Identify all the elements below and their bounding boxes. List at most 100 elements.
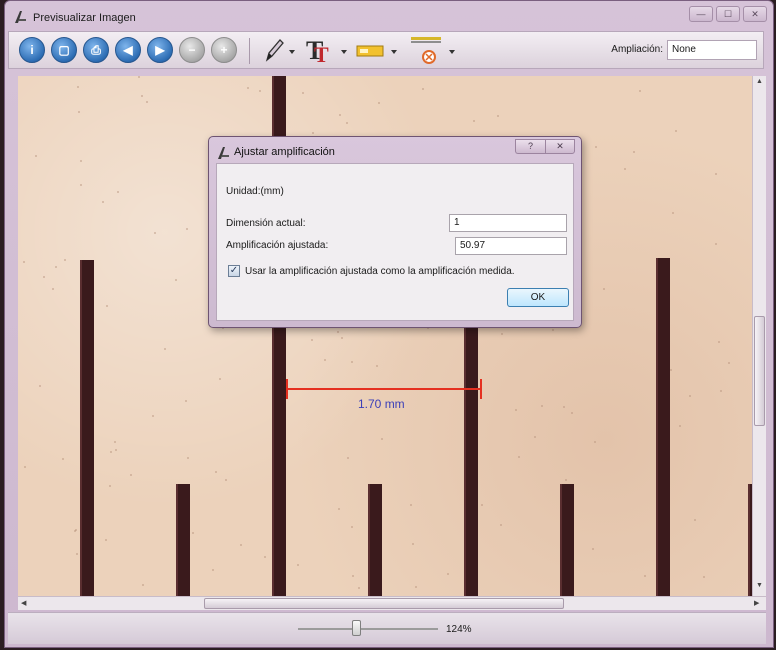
paper-speck <box>346 122 348 124</box>
paper-speck <box>624 168 626 170</box>
paper-speck <box>715 173 717 175</box>
adjusted-magnification-input[interactable]: 50.97 <box>455 237 567 255</box>
paper-speck <box>497 115 499 117</box>
paper-speck <box>225 479 227 481</box>
new-document-button[interactable]: ▢ <box>51 37 77 63</box>
use-magnification-checkbox[interactable]: ✓ <box>228 265 240 277</box>
use-magnification-label: Usar la amplificación ajustada como la a… <box>245 266 515 277</box>
paper-speck <box>164 348 166 350</box>
paper-speck <box>592 548 594 550</box>
paper-speck <box>565 479 567 481</box>
paper-speck <box>24 466 26 468</box>
ruler-tick <box>80 260 94 596</box>
measure-tool-button[interactable] <box>409 35 455 65</box>
paper-speck <box>175 279 177 281</box>
paper-speck <box>694 519 696 521</box>
current-dimension-input[interactable]: 1 <box>449 214 567 232</box>
scroll-down-icon[interactable]: ▼ <box>756 582 763 589</box>
vertical-scrollbar[interactable]: ▲ ▼ <box>752 76 766 596</box>
adjust-magnification-dialog: Ajustar amplificación ? ✕ Unidad:(mm) Di… <box>208 136 582 328</box>
dialog-close-button[interactable]: ✕ <box>545 139 575 154</box>
info-button[interactable]: i <box>19 37 45 63</box>
dialog-help-button[interactable]: ? <box>515 139 545 154</box>
paper-speck <box>518 456 520 458</box>
paper-speck <box>62 458 64 460</box>
scroll-right-icon[interactable]: ▶ <box>754 599 759 607</box>
ok-button[interactable]: OK <box>507 288 569 307</box>
paper-speck <box>259 90 261 92</box>
paper-speck <box>105 539 107 541</box>
zoom-label: Ampliación: <box>611 44 663 55</box>
adjusted-magnification-label: Amplificación ajustada: <box>226 240 329 251</box>
ruler-tick <box>656 258 670 596</box>
new-doc-icon: ▢ <box>58 43 70 57</box>
measurement-start-cap[interactable] <box>286 379 288 399</box>
paper-speck <box>80 184 82 186</box>
paper-speck <box>594 441 596 443</box>
paper-speck <box>481 504 483 506</box>
paper-speck <box>351 526 353 528</box>
paper-speck <box>117 191 119 193</box>
paper-speck <box>186 228 188 230</box>
scroll-left-icon[interactable]: ◀ <box>21 599 26 607</box>
paper-speck <box>378 102 380 104</box>
zoom-percent: 124% <box>446 624 472 635</box>
paper-speck <box>75 529 77 531</box>
app-logo-icon <box>15 11 26 23</box>
zoom-slider-track[interactable] <box>298 628 438 630</box>
measurement-line[interactable] <box>287 388 481 390</box>
paper-speck <box>603 288 605 290</box>
zoom-in-icon: + <box>220 43 228 57</box>
paper-speck <box>247 87 249 89</box>
close-button[interactable]: ✕ <box>743 6 767 22</box>
paper-speck <box>240 544 242 546</box>
horizontal-scrollbar[interactable]: ◀ ▶ <box>18 596 766 610</box>
vertical-scroll-thumb[interactable] <box>754 316 765 426</box>
scroll-up-icon[interactable]: ▲ <box>756 78 763 85</box>
paper-speck <box>338 508 340 510</box>
fill-dropdown-icon <box>391 50 397 54</box>
text-tool-button[interactable]: T T <box>305 35 349 65</box>
paper-speck <box>55 266 57 268</box>
paper-speck <box>130 474 132 476</box>
paper-speck <box>264 556 266 558</box>
zoom-in-button[interactable]: + <box>211 37 237 63</box>
paper-speck <box>219 378 221 380</box>
text-tool-icon: T T <box>306 36 329 65</box>
pencil-tool-button[interactable] <box>263 35 297 65</box>
zoom-slider-thumb[interactable] <box>351 620 361 636</box>
paper-speck <box>43 276 45 278</box>
toolbar: i ▢ ⎙ ◀ ▶ − + T T Ampliación: None <box>8 31 764 69</box>
next-icon: ▶ <box>155 43 165 57</box>
paper-speck <box>110 451 112 453</box>
print-button[interactable]: ⎙ <box>83 37 109 63</box>
fill-tool-button[interactable] <box>355 35 399 65</box>
minimize-button[interactable]: — <box>689 6 713 22</box>
paper-speck <box>39 385 41 387</box>
paper-speck <box>728 362 730 364</box>
paper-speck <box>679 425 681 427</box>
paper-speck <box>78 111 80 113</box>
paper-speck <box>415 586 417 588</box>
paper-speck <box>77 86 79 88</box>
paper-speck <box>715 243 717 245</box>
paper-speck <box>571 412 573 414</box>
paper-speck <box>64 259 66 261</box>
measure-tool-icon <box>411 37 441 64</box>
maximize-button[interactable]: ☐ <box>716 6 740 22</box>
zoom-field[interactable]: None <box>667 40 757 60</box>
paper-speck <box>23 261 25 263</box>
zoom-out-button[interactable]: − <box>179 37 205 63</box>
measure-dropdown-icon <box>449 50 455 54</box>
horizontal-scroll-thumb[interactable] <box>204 598 564 609</box>
paper-speck <box>337 331 339 333</box>
paper-speck <box>324 359 326 361</box>
paper-speck <box>312 132 314 134</box>
paper-speck <box>187 457 189 459</box>
previous-button[interactable]: ◀ <box>115 37 141 63</box>
next-button[interactable]: ▶ <box>147 37 173 63</box>
paper-speck <box>563 406 565 408</box>
window-title: Previsualizar Imagen <box>33 12 136 24</box>
paper-speck <box>670 369 672 371</box>
measurement-end-cap[interactable] <box>480 379 482 399</box>
